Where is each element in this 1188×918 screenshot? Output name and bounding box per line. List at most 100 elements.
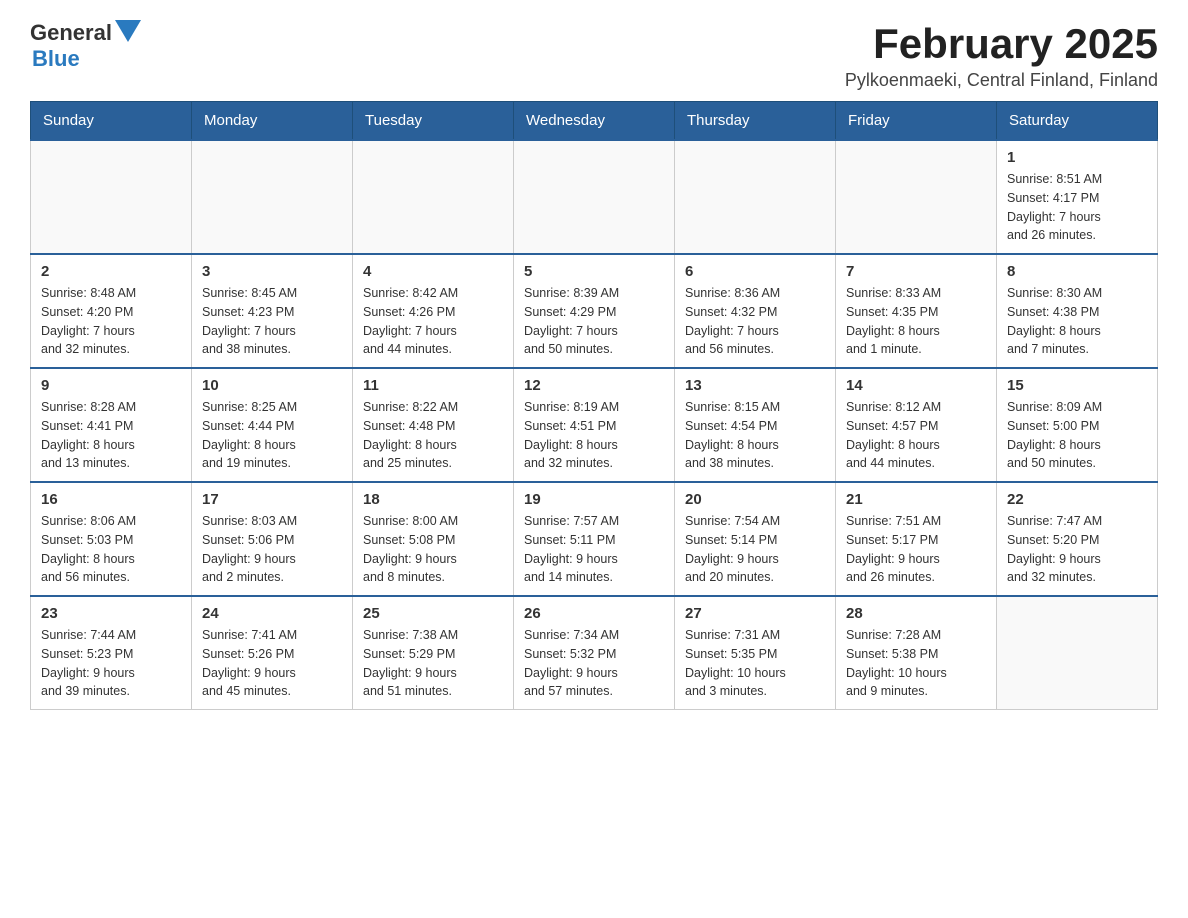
day-number: 8 [1007,263,1147,280]
day-number: 18 [363,491,503,508]
day-info: Sunrise: 8:22 AM Sunset: 4:48 PM Dayligh… [363,398,503,473]
calendar-cell: 19Sunrise: 7:57 AM Sunset: 5:11 PM Dayli… [514,482,675,596]
location-subtitle: Pylkoenmaeki, Central Finland, Finland [845,70,1158,91]
day-info: Sunrise: 7:51 AM Sunset: 5:17 PM Dayligh… [846,512,986,587]
day-number: 25 [363,605,503,622]
calendar-cell [836,140,997,254]
calendar-cell: 26 Sunrise: 7:34 AM Sunset: 5:32 PM Dayli… [514,596,675,710]
day-info: Sunrise: 7:54 AM Sunset: 5:14 PM Dayligh… [685,512,825,587]
calendar-week-4: 16 Sunrise: 8:06 AM Sunset: 5:03 PM Dayli… [31,482,1158,596]
calendar-cell: 10 Sunrise: 8:25 AM Sunset: 4:44 PM Dayli… [192,368,353,482]
day-info: Sunrise: 8:15 AM Sunset: 4:54 PM Dayligh… [685,398,825,473]
calendar-cell: 22 Sunrise: 7:47 AM Sunset: 5:20 PM Dayli… [997,482,1158,596]
calendar-week-2: 2 Sunrise: 8:48 AM Sunset: 4:20 PM Daylig… [31,254,1158,368]
day-number: 1 [1007,149,1147,166]
title-section: February 2025 Pylkoenmaeki, Central Finl… [845,20,1158,91]
calendar-cell: 23 Sunrise: 7:44 AM Sunset: 5:23 PM Dayli… [31,596,192,710]
day-number: 9 [41,377,181,394]
calendar-week-5: 23 Sunrise: 7:44 AM Sunset: 5:23 PM Dayli… [31,596,1158,710]
day-info: Sunrise: 7:34 AM Sunset: 5:32 PM Dayligh… [524,626,664,701]
calendar-header-row: SundayMondayTuesdayWednesdayThursdayFrid… [31,102,1158,141]
calendar-cell: 13 Sunrise: 8:15 AM Sunset: 4:54 PM Dayli… [675,368,836,482]
day-number: 23 [41,605,181,622]
calendar-cell: 5 Sunrise: 8:39 AM Sunset: 4:29 PM Daylig… [514,254,675,368]
calendar-cell [31,140,192,254]
day-info: Sunrise: 8:39 AM Sunset: 4:29 PM Dayligh… [524,284,664,359]
calendar-week-1: 1 Sunrise: 8:51 AM Sunset: 4:17 PM Daylig… [31,140,1158,254]
day-info: Sunrise: 7:47 AM Sunset: 5:20 PM Dayligh… [1007,512,1147,587]
day-info: Sunrise: 8:33 AM Sunset: 4:35 PM Dayligh… [846,284,986,359]
logo-blue-text: Blue [32,46,80,72]
weekday-header-thursday: Thursday [675,102,836,141]
day-number: 14 [846,377,986,394]
calendar-cell [353,140,514,254]
calendar-cell: 9 Sunrise: 8:28 AM Sunset: 4:41 PM Daylig… [31,368,192,482]
day-info: Sunrise: 8:42 AM Sunset: 4:26 PM Dayligh… [363,284,503,359]
day-number: 15 [1007,377,1147,394]
day-info: Sunrise: 7:28 AM Sunset: 5:38 PM Dayligh… [846,626,986,701]
day-info: Sunrise: 8:19 AM Sunset: 4:51 PM Dayligh… [524,398,664,473]
day-info: Sunrise: 8:28 AM Sunset: 4:41 PM Dayligh… [41,398,181,473]
day-number: 28 [846,605,986,622]
day-info: Sunrise: 8:36 AM Sunset: 4:32 PM Dayligh… [685,284,825,359]
day-number: 10 [202,377,342,394]
weekday-header-wednesday: Wednesday [514,102,675,141]
calendar-cell: 1 Sunrise: 8:51 AM Sunset: 4:17 PM Daylig… [997,140,1158,254]
day-info: Sunrise: 8:48 AM Sunset: 4:20 PM Dayligh… [41,284,181,359]
day-number: 4 [363,263,503,280]
day-number: 7 [846,263,986,280]
day-info: Sunrise: 8:30 AM Sunset: 4:38 PM Dayligh… [1007,284,1147,359]
month-title: February 2025 [845,20,1158,68]
day-number: 12 [524,377,664,394]
day-info: Sunrise: 8:00 AM Sunset: 5:08 PM Dayligh… [363,512,503,587]
calendar-cell: 8 Sunrise: 8:30 AM Sunset: 4:38 PM Daylig… [997,254,1158,368]
calendar-cell [997,596,1158,710]
day-number: 27 [685,605,825,622]
weekday-header-monday: Monday [192,102,353,141]
day-number: 21 [846,491,986,508]
calendar-cell: 24 Sunrise: 7:41 AM Sunset: 5:26 PM Dayli… [192,596,353,710]
weekday-header-friday: Friday [836,102,997,141]
day-number: 22 [1007,491,1147,508]
page-header: General Blue February 2025 Pylkoenmaeki,… [30,20,1158,91]
day-info: Sunrise: 8:51 AM Sunset: 4:17 PM Dayligh… [1007,170,1147,245]
day-info: Sunrise: 8:09 AM Sunset: 5:00 PM Dayligh… [1007,398,1147,473]
day-info: Sunrise: 8:25 AM Sunset: 4:44 PM Dayligh… [202,398,342,473]
calendar-cell: 7 Sunrise: 8:33 AM Sunset: 4:35 PM Daylig… [836,254,997,368]
calendar-cell: 28 Sunrise: 7:28 AM Sunset: 5:38 PM Dayli… [836,596,997,710]
day-number: 6 [685,263,825,280]
calendar-cell: 20 Sunrise: 7:54 AM Sunset: 5:14 PM Dayli… [675,482,836,596]
calendar-cell [192,140,353,254]
day-number: 26 [524,605,664,622]
day-number: 2 [41,263,181,280]
calendar-cell: 3 Sunrise: 8:45 AM Sunset: 4:23 PM Daylig… [192,254,353,368]
day-number: 13 [685,377,825,394]
calendar-cell: 21 Sunrise: 7:51 AM Sunset: 5:17 PM Dayli… [836,482,997,596]
day-number: 17 [202,491,342,508]
day-info: Sunrise: 8:45 AM Sunset: 4:23 PM Dayligh… [202,284,342,359]
calendar-cell [514,140,675,254]
logo-general-text: General [30,20,112,46]
day-number: 19 [524,491,664,508]
calendar-cell: 17 Sunrise: 8:03 AM Sunset: 5:06 PM Dayli… [192,482,353,596]
day-number: 16 [41,491,181,508]
day-number: 24 [202,605,342,622]
calendar-cell: 16 Sunrise: 8:06 AM Sunset: 5:03 PM Dayli… [31,482,192,596]
calendar-week-3: 9 Sunrise: 8:28 AM Sunset: 4:41 PM Daylig… [31,368,1158,482]
calendar-table: SundayMondayTuesdayWednesdayThursdayFrid… [30,101,1158,710]
weekday-header-saturday: Saturday [997,102,1158,141]
day-info: Sunrise: 7:44 AM Sunset: 5:23 PM Dayligh… [41,626,181,701]
calendar-cell: 11 Sunrise: 8:22 AM Sunset: 4:48 PM Dayli… [353,368,514,482]
day-info: Sunrise: 7:41 AM Sunset: 5:26 PM Dayligh… [202,626,342,701]
day-info: Sunrise: 8:06 AM Sunset: 5:03 PM Dayligh… [41,512,181,587]
weekday-header-sunday: Sunday [31,102,192,141]
day-number: 3 [202,263,342,280]
day-number: 5 [524,263,664,280]
weekday-header-tuesday: Tuesday [353,102,514,141]
day-info: Sunrise: 8:03 AM Sunset: 5:06 PM Dayligh… [202,512,342,587]
calendar-cell [675,140,836,254]
day-number: 20 [685,491,825,508]
calendar-cell: 12 Sunrise: 8:19 AM Sunset: 4:51 PM Dayli… [514,368,675,482]
day-number: 11 [363,377,503,394]
calendar-cell: 2 Sunrise: 8:48 AM Sunset: 4:20 PM Daylig… [31,254,192,368]
